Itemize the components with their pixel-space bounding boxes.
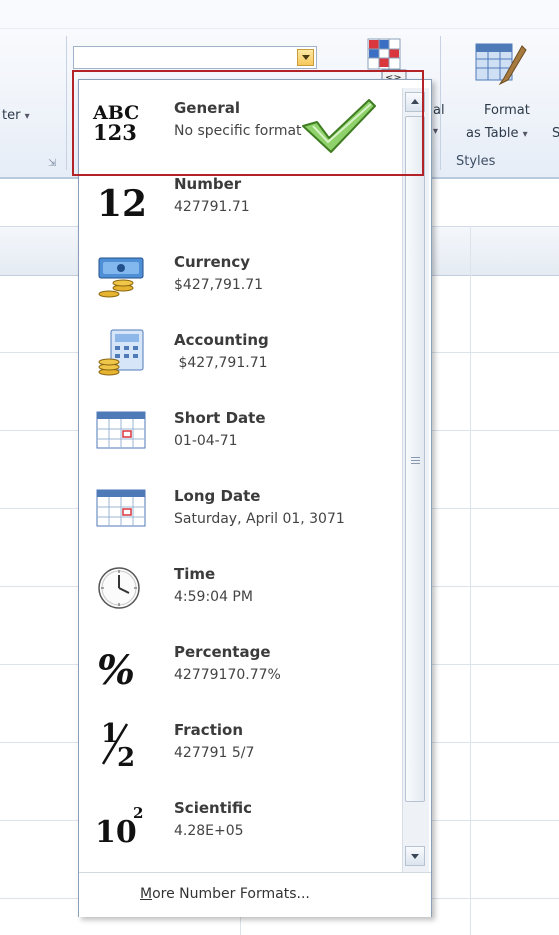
format-option-example: 01-04-71 — [174, 433, 238, 449]
number-format-dropdown: ABC 123 General No specific format 12 Nu… — [78, 79, 432, 917]
chevron-up-icon — [411, 99, 419, 104]
grip-line — [411, 463, 420, 464]
number-12-icon: 12 — [97, 183, 147, 224]
percent-icon: % — [97, 647, 135, 692]
scroll-up-button[interactable] — [405, 92, 425, 112]
chevron-down-icon — [411, 854, 419, 859]
accounting-icon — [98, 329, 144, 376]
format-as-table-label-1[interactable]: Format — [484, 103, 530, 118]
format-option-title: General — [174, 99, 240, 117]
format-option-title: Short Date — [174, 409, 266, 427]
format-option-title: Fraction — [174, 721, 243, 739]
format-option-number[interactable]: 12 Number 427791.71 — [79, 160, 402, 236]
fraction-denominator-glyph: 2 — [117, 743, 135, 770]
chevron-down-icon: ▾ — [522, 129, 528, 140]
scientific-base-glyph: 10 — [95, 815, 137, 848]
scientific-icon: 10 2 — [95, 804, 143, 848]
grip-line — [411, 460, 420, 461]
format-option-title: Currency — [174, 253, 251, 271]
format-option-example: $427,791.71 — [174, 355, 268, 371]
abc-123-icon: ABC 123 — [92, 102, 139, 145]
format-option-scientific[interactable]: 10 2 Scientific 4.28E+05 — [79, 784, 402, 860]
next-ribbon-label[interactable]: S — [552, 126, 559, 141]
chevron-down-icon: ▾ — [433, 126, 439, 137]
percent-glyph: % — [97, 647, 135, 692]
left-ribbon-button-label: ter — [2, 108, 21, 123]
scroll-down-button[interactable] — [405, 846, 425, 866]
scientific-exponent-glyph: 2 — [133, 804, 143, 822]
format-option-accounting[interactable]: Accounting $427,791.71 — [79, 316, 402, 392]
format-option-example: 4:59:04 PM — [174, 589, 253, 605]
left-ribbon-button[interactable]: ter ▾ — [2, 108, 30, 123]
grip-line — [411, 457, 420, 458]
column-gridline — [470, 226, 471, 935]
dialog-launcher-icon[interactable]: ⇲ — [48, 158, 56, 169]
format-option-example: 427791.71 — [174, 199, 250, 215]
format-option-example: 427791 5/7 — [174, 745, 255, 761]
fraction-icon: 1 2 — [101, 719, 135, 770]
conditional-formatting-label[interactable]: al — [433, 103, 445, 118]
chevron-down-icon — [302, 55, 310, 60]
more-number-formats-link[interactable]: More Number Formats... — [140, 886, 310, 902]
format-option-title: Scientific — [174, 799, 253, 817]
format-option-title: Long Date — [174, 487, 261, 505]
format-option-long-date[interactable]: Long Date Saturday, April 01, 3071 — [79, 472, 402, 548]
clock-icon — [98, 567, 140, 609]
scroll-thumb[interactable] — [405, 116, 425, 802]
group-separator — [66, 36, 67, 170]
format-option-short-date[interactable]: Short Date 01-04-71 — [79, 394, 402, 470]
number-format-combo[interactable] — [73, 46, 317, 69]
dropdown-footer: More Number Formats... — [79, 872, 431, 917]
format-as-table-icon[interactable] — [472, 40, 528, 96]
num-123-glyph: 123 — [93, 120, 137, 145]
format-option-currency[interactable]: Currency $427,791.71 — [79, 238, 402, 314]
currency-icon — [98, 257, 144, 298]
format-option-title: Percentage — [174, 643, 271, 661]
calendar-icon — [96, 411, 146, 449]
format-as-table-button[interactable]: as Table ▾ — [466, 126, 528, 141]
combo-dropdown-button[interactable] — [297, 49, 314, 66]
format-option-title: Accounting — [174, 331, 269, 349]
number-twelve-glyph: 12 — [97, 183, 147, 224]
format-option-example: 42779170.77% — [174, 667, 281, 683]
format-option-example: 4.28E+05 — [174, 823, 244, 839]
calendar-icon — [96, 489, 146, 527]
format-option-example: Saturday, April 01, 3071 — [174, 511, 345, 527]
title-strip — [0, 0, 559, 29]
format-as-table-label-2: as Table — [466, 126, 519, 141]
format-option-title: Number — [174, 175, 242, 193]
format-option-general[interactable]: ABC 123 General No specific format — [79, 84, 402, 160]
format-option-example: No specific format — [174, 123, 302, 139]
format-option-title: Time — [174, 565, 216, 583]
format-option-time[interactable]: Time 4:59:04 PM — [79, 550, 402, 626]
chevron-down-icon: ▾ — [24, 111, 30, 122]
dropdown-scrollbar[interactable] — [402, 88, 429, 874]
format-option-example: $427,791.71 — [174, 277, 264, 293]
checkmark-icon — [302, 99, 376, 153]
format-option-fraction[interactable]: 1 2 Fraction 427791 5/7 — [79, 706, 402, 782]
format-option-percentage[interactable]: % Percentage 42779170.77% — [79, 628, 402, 704]
styles-group-label: Styles — [456, 154, 496, 169]
